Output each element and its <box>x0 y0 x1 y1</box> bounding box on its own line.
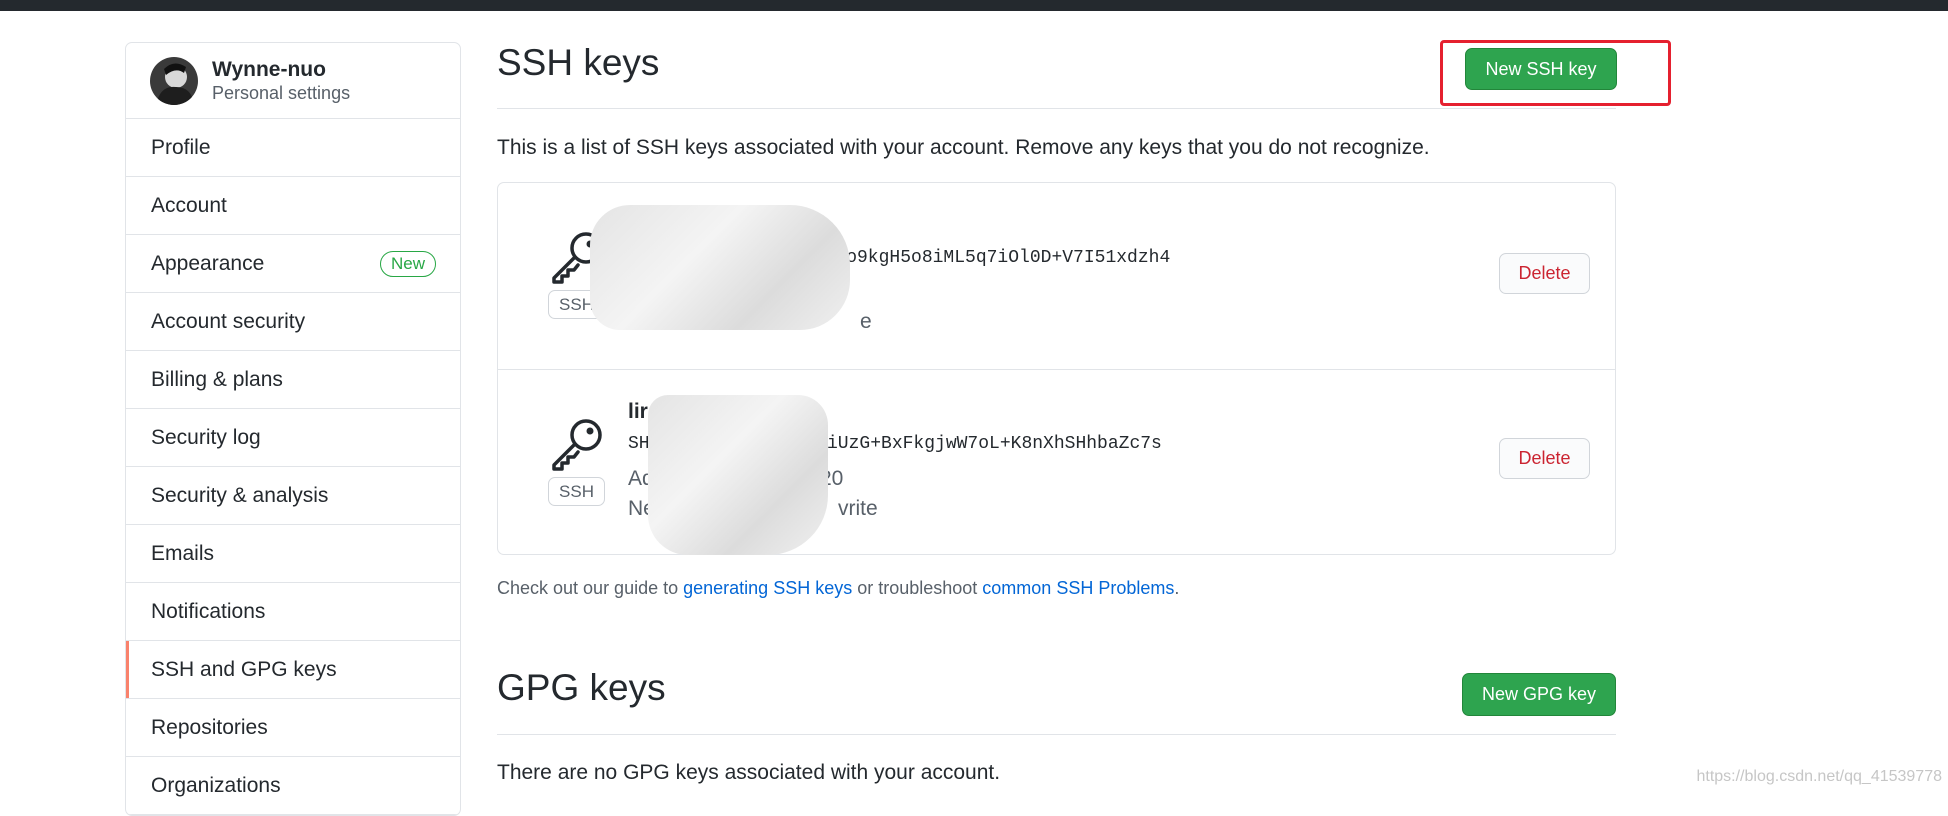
redacted-blur <box>590 205 850 330</box>
gpg-description: There are no GPG keys associated with yo… <box>497 761 1000 785</box>
key-fingerprint: kjdkIiUzG+BxFkgjwW7oL+K8nXhSHhbaZc7s <box>773 434 1162 454</box>
delete-key-button[interactable]: Delete <box>1499 253 1590 294</box>
user-block[interactable]: Wynne-nuo Personal settings <box>126 43 460 119</box>
sidebar-item-appearance[interactable]: AppearanceNew <box>126 235 460 293</box>
generating-ssh-keys-link[interactable]: generating SSH keys <box>683 578 852 598</box>
sidebar-item-security-analysis[interactable]: Security & analysis <box>126 467 460 525</box>
sidebar-item-label: Account security <box>151 310 436 334</box>
sidebar-item-label: Security & analysis <box>151 484 436 508</box>
new-badge: New <box>380 251 436 277</box>
sidebar-item-label: Profile <box>151 136 436 160</box>
user-name: Wynne-nuo <box>212 58 350 82</box>
ssh-keys-title: SSH keys <box>497 42 659 84</box>
gpg-keys-title: GPG keys <box>497 667 666 709</box>
sidebar-item-notifications[interactable]: Notifications <box>126 583 460 641</box>
sidebar-item-label: Account <box>151 194 436 218</box>
guide-suffix: . <box>1174 578 1179 598</box>
sidebar-item-label: Billing & plans <box>151 368 436 392</box>
ssh-key-row: SSH /TyJo9kgH5o8iML5q7iOl0D+V7I51xdzh4 A… <box>498 183 1615 369</box>
sidebar-item-label: Emails <box>151 542 436 566</box>
sidebar-item-label: Security log <box>151 426 436 450</box>
key-icon <box>548 415 608 471</box>
key-last-used-tail: vrite <box>838 497 878 521</box>
ssh-guide-text: Check out our guide to generating SSH ke… <box>497 578 1179 599</box>
ssh-key-row: SSH lir SHA kjdkIiUzG+BxFkgjwW7oL+K8nXhS… <box>498 369 1615 555</box>
sidebar-item-repositories[interactable]: Repositories <box>126 699 460 757</box>
guide-mid: or troubleshoot <box>852 578 982 598</box>
sidebar-item-profile[interactable]: Profile <box>126 119 460 177</box>
sidebar-item-billing[interactable]: Billing & plans <box>126 351 460 409</box>
top-header-bar <box>0 0 1948 11</box>
new-gpg-key-button[interactable]: New GPG key <box>1462 673 1616 716</box>
ssh-type-label: SSH <box>548 477 605 506</box>
gpg-divider <box>497 734 1616 735</box>
ssh-divider <box>497 108 1616 109</box>
sidebar-item-organizations[interactable]: Organizations <box>126 757 460 815</box>
watermark: https://blog.csdn.net/qq_41539778 <box>1696 768 1942 786</box>
ssh-description: This is a list of SSH keys associated wi… <box>497 136 1430 160</box>
key-last-used-tail: e <box>860 310 872 334</box>
sidebar-item-label: Organizations <box>151 774 436 798</box>
ssh-keys-list: SSH /TyJo9kgH5o8iML5q7iOl0D+V7I51xdzh4 A… <box>497 182 1616 555</box>
sidebar-item-ssh-gpg-keys[interactable]: SSH and GPG keys <box>126 641 460 699</box>
common-ssh-problems-link[interactable]: common SSH Problems <box>982 578 1174 598</box>
sidebar-item-security-log[interactable]: Security log <box>126 409 460 467</box>
sidebar-item-account-security[interactable]: Account security <box>126 293 460 351</box>
key-title: lir <box>628 400 648 424</box>
avatar <box>150 57 198 105</box>
new-ssh-key-button[interactable]: New SSH key <box>1465 48 1617 90</box>
delete-key-button[interactable]: Delete <box>1499 438 1590 479</box>
key-fingerprint: /TyJo9kgH5o8iML5q7iOl0D+V7I51xdzh4 <box>803 248 1170 268</box>
settings-sidebar: Wynne-nuo Personal settings Profile Acco… <box>125 42 461 816</box>
redacted-blur <box>648 395 828 555</box>
sidebar-item-label: Repositories <box>151 716 436 740</box>
sidebar-item-label: SSH and GPG keys <box>151 658 436 682</box>
sidebar-item-account[interactable]: Account <box>126 177 460 235</box>
guide-prefix: Check out our guide to <box>497 578 683 598</box>
user-subtitle: Personal settings <box>212 82 350 104</box>
sidebar-item-label: Notifications <box>151 600 436 624</box>
sidebar-item-emails[interactable]: Emails <box>126 525 460 583</box>
sidebar-item-label: Appearance <box>151 252 380 276</box>
